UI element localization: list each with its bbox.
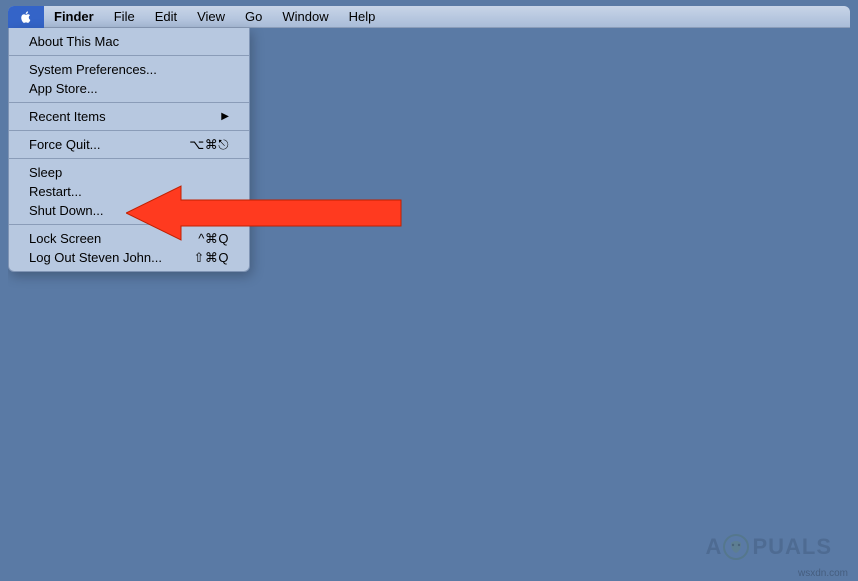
- menu-item-label: Restart...: [29, 184, 82, 199]
- menu-shortcut: ⌥⌘⎋: [189, 137, 229, 153]
- menu-item-label: About This Mac: [29, 34, 119, 49]
- menu-go[interactable]: Go: [235, 6, 272, 28]
- menu-file[interactable]: File: [104, 6, 145, 28]
- desktop-container: Finder File Edit View Go Window Help Abo…: [8, 6, 850, 573]
- menu-app-store[interactable]: App Store...: [9, 79, 249, 98]
- apple-icon: [19, 10, 33, 24]
- menu-bar: Finder File Edit View Go Window Help: [8, 6, 850, 28]
- menu-edit[interactable]: Edit: [145, 6, 187, 28]
- menu-app-name[interactable]: Finder: [44, 6, 104, 28]
- menu-log-out[interactable]: Log Out Steven John... ⇧⌘Q: [9, 248, 249, 267]
- menu-separator: [9, 55, 249, 56]
- menu-force-quit[interactable]: Force Quit... ⌥⌘⎋: [9, 135, 249, 154]
- menu-item-label: App Store...: [29, 81, 98, 96]
- menu-item-label: Recent Items: [29, 109, 106, 124]
- menu-recent-items[interactable]: Recent Items ▶: [9, 107, 249, 126]
- menu-item-label: Force Quit...: [29, 137, 101, 152]
- menu-view[interactable]: View: [187, 6, 235, 28]
- menu-shortcut: ⇧⌘Q: [193, 250, 229, 266]
- watermark: A PUALS: [706, 533, 832, 561]
- menu-item-label: Sleep: [29, 165, 62, 180]
- menu-separator: [9, 130, 249, 131]
- menu-system-preferences[interactable]: System Preferences...: [9, 60, 249, 79]
- watermark-logo-icon: [722, 533, 750, 561]
- menu-item-label: Shut Down...: [29, 203, 103, 218]
- menu-about-this-mac[interactable]: About This Mac: [9, 32, 249, 51]
- menu-item-label: System Preferences...: [29, 62, 157, 77]
- watermark-text-after: PUALS: [752, 534, 832, 560]
- menu-help[interactable]: Help: [339, 6, 386, 28]
- menu-shortcut: ^⌘Q: [198, 231, 229, 247]
- menu-lock-screen[interactable]: Lock Screen ^⌘Q: [9, 229, 249, 248]
- menu-separator: [9, 224, 249, 225]
- menu-item-label: Lock Screen: [29, 231, 101, 246]
- apple-menu-button[interactable]: [8, 6, 44, 28]
- watermark-text-before: A: [706, 534, 723, 560]
- submenu-arrow-icon: ▶: [221, 111, 229, 122]
- menu-shut-down[interactable]: Shut Down...: [9, 201, 249, 220]
- apple-menu-dropdown: About This Mac System Preferences... App…: [8, 28, 250, 272]
- attribution-text: wsxdn.com: [798, 568, 848, 579]
- menu-restart[interactable]: Restart...: [9, 182, 249, 201]
- menu-separator: [9, 102, 249, 103]
- menu-item-label: Log Out Steven John...: [29, 250, 162, 265]
- menu-window[interactable]: Window: [272, 6, 338, 28]
- menu-sleep[interactable]: Sleep: [9, 163, 249, 182]
- menu-separator: [9, 158, 249, 159]
